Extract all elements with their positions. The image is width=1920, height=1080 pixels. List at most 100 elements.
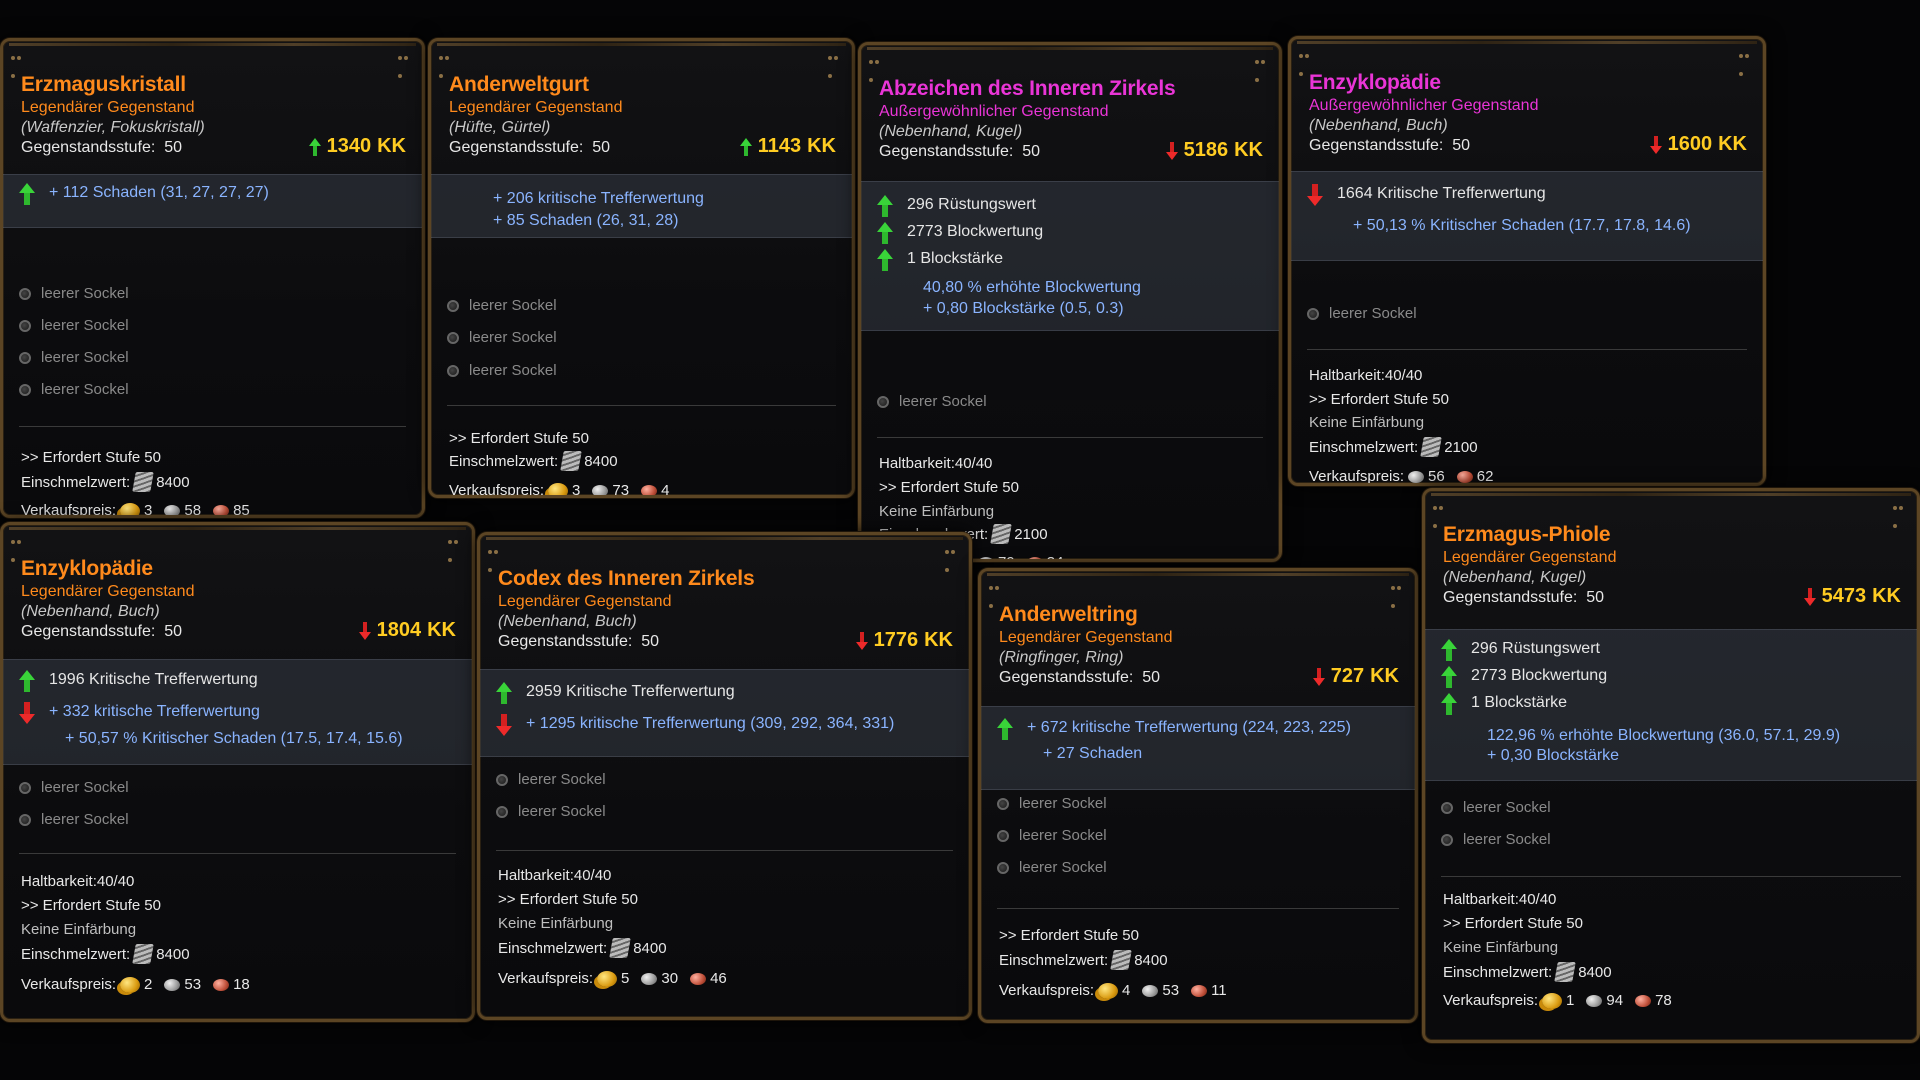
stat-line: + 85 Schaden (26, 31, 28) [493,212,678,230]
item-level-label: Gegenstandsstufe: [21,623,156,640]
sell-price-label: Verkaufspreis: [999,982,1095,999]
empty-socket[interactable]: leerer Sockel [496,803,606,820]
item-level-value: 50 [1022,143,1040,160]
melt-icon [990,524,1012,544]
stat-text: + 50,13 % Kritischer Schaden (17.7, 17.8… [1353,217,1691,234]
copper-coin-icon [213,978,230,991]
empty-socket[interactable]: leerer Sockel [19,381,129,398]
kk-unit: KK [427,619,456,641]
stat-line: + 0,30 Blockstärke [1487,747,1619,765]
socket-ring-icon [997,861,1009,874]
required-level-label: >> Erfordert Stufe [21,449,141,466]
sell-price-label: Verkaufspreis: [1309,468,1405,485]
item-level: Gegenstandsstufe: 50 [999,669,1160,687]
copper-coin-icon [1026,556,1043,559]
silver-coin-icon [164,504,181,515]
required-level: >> Erfordert Stufe 50 [999,927,1139,944]
required-level-value: 50 [1432,391,1449,408]
item-tooltip: Abzeichen des Inneren Zirkels Außergewöhn… [858,42,1282,562]
silver-amount: 30 [661,970,679,987]
empty-socket[interactable]: leerer Sockel [997,827,1107,844]
no-dye-text: Keine Einfärbung [1309,414,1424,431]
socket-ring-icon [447,299,459,312]
gold-coin-icon [120,502,141,515]
empty-socket[interactable]: leerer Sockel [1441,831,1551,848]
stat-line: + 50,13 % Kritischer Schaden (17.7, 17.8… [1353,217,1691,235]
arrow-up-icon [1441,693,1457,715]
empty-socket[interactable]: leerer Sockel [447,329,557,346]
arrow-down-icon [358,621,371,640]
stat-line: 1 Blockstärke [1471,694,1567,712]
stat-line: 122,96 % erhöhte Blockwertung (36.0, 57.… [1487,727,1840,745]
socket-ring-icon [997,829,1009,842]
empty-socket[interactable]: leerer Sockel [447,297,557,314]
stat-line: 296 Rüstungswert [907,196,1036,214]
melt-value-number: 2100 [1444,438,1478,456]
stat-text: + 672 kritische Trefferwertung (224, 223… [1027,719,1351,736]
silver-amount: 53 [1162,982,1180,999]
arrow-up-icon [1441,666,1457,688]
sell-price: Verkaufspreis: 2 53 18 [21,976,258,993]
melt-icon [609,938,631,958]
empty-socket[interactable]: leerer Sockel [1307,305,1417,322]
kk-unit: KK [1234,139,1263,161]
melt-value-number: 8400 [156,945,190,963]
corner-ornament [945,541,961,572]
stat-text: + 206 kritische Trefferwertung [493,190,704,207]
empty-socket[interactable]: leerer Sockel [997,795,1107,812]
arrow-up-icon [1441,639,1457,661]
divider [19,853,456,854]
empty-socket[interactable]: leerer Sockel [877,393,987,410]
melt-value: Einschmelzwert: 8400 [999,950,1168,970]
item-rarity: Legendärer Gegenstand [21,583,195,600]
item-level-label: Gegenstandsstufe: [21,139,156,156]
durability-text: Haltbarkeit:40/40 [879,455,992,472]
item-name: Anderweltgurt [449,73,589,96]
sell-price: Verkaufspreis: 1 94 78 [1443,992,1680,1009]
empty-socket[interactable]: leerer Sockel [1441,799,1551,816]
required-level-label: >> Erfordert Stufe [999,927,1119,944]
empty-socket[interactable]: leerer Sockel [447,362,557,379]
silver-amount: 94 [1606,992,1624,1009]
stat-text: 122,96 % erhöhte Blockwertung (36.0, 57.… [1487,727,1841,744]
silver-amount: 56 [1428,468,1445,485]
empty-socket[interactable]: leerer Sockel [19,317,129,334]
item-level-label: Gegenstandsstufe: [999,669,1134,686]
stat-text: + 50,57 % Kritischer Schaden (17.5, 17.4… [65,730,403,747]
stat-line: 1996 Kritische Trefferwertung [49,671,258,689]
stat-text: 1996 Kritische Trefferwertung [49,671,258,688]
sell-price-label: Verkaufspreis: [1443,992,1539,1009]
divider [496,850,953,851]
corner-ornament [1893,497,1909,528]
kk-value: 1600 [1667,133,1713,155]
durability-label: Haltbarkeit:40/40 [879,455,993,472]
item-name: Enzyklopädie [21,557,153,580]
empty-socket[interactable]: leerer Sockel [19,285,129,302]
melt-value: Einschmelzwert: 8400 [449,451,618,471]
empty-socket[interactable]: leerer Sockel [19,349,129,366]
stat-text: 40,80 % erhöhte Blockwertung [923,279,1141,296]
empty-socket[interactable]: leerer Sockel [19,811,129,828]
melt-value-number: 8400 [1134,951,1168,969]
arrow-up-icon [877,249,893,271]
item-tooltip: Erzmagus-Phiole Legendärer Gegenstand (Neb… [1422,488,1920,1043]
melt-icon [1420,437,1442,457]
melt-value-label: Einschmelzwert: [1443,963,1553,981]
stat-text: + 0,30 Blockstärke [1487,747,1620,764]
copper-amount: 4 [661,482,670,498]
stat-text: + 1295 kritische Trefferwertung (309, 29… [526,715,895,732]
silver-amount: 53 [184,976,202,993]
divider [1441,876,1901,877]
corner-ornament [11,531,27,562]
empty-socket[interactable]: leerer Sockel [496,771,606,788]
durability-text: Haltbarkeit:40/40 [498,867,611,884]
required-level-value: 50 [572,430,589,447]
no-dye-label: Keine Einfärbung [879,503,995,520]
silver-coin-icon [1142,984,1159,997]
arrow-down-icon [19,702,35,724]
durability-text: Haltbarkeit:40/40 [1443,891,1556,908]
empty-socket[interactable]: leerer Sockel [19,779,129,796]
item-level-value: 50 [1142,669,1160,686]
melt-value-label: Einschmelzwert: [21,473,131,491]
empty-socket[interactable]: leerer Sockel [997,859,1107,876]
